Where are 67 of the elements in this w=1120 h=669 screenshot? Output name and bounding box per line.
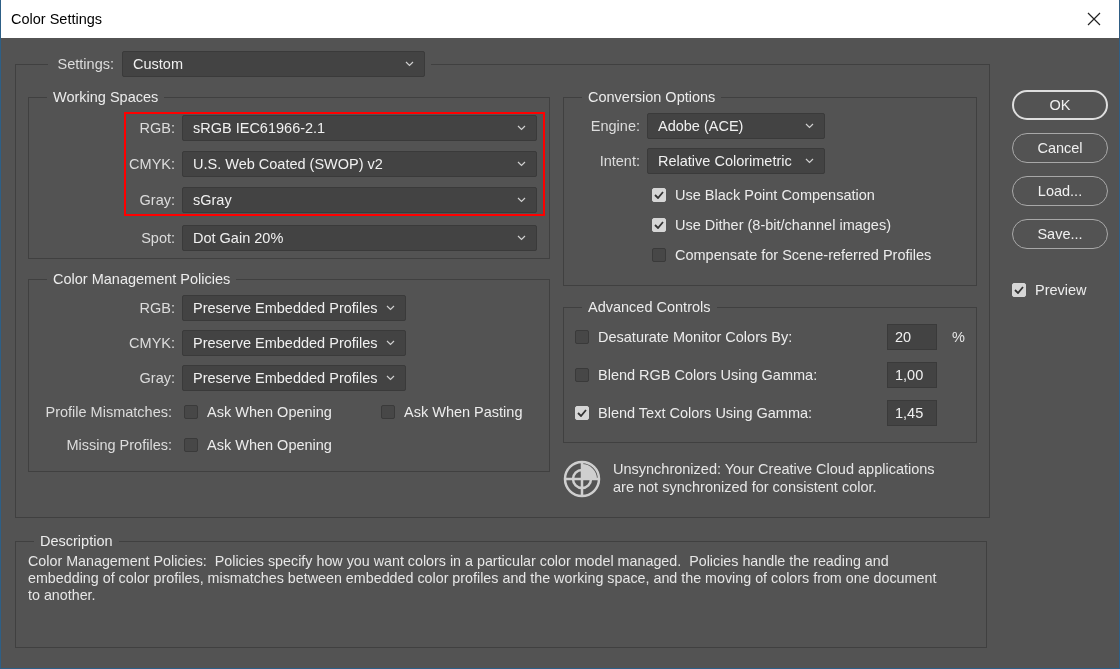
checkbox-label: Compensate for Scene-referred Profiles [675, 247, 932, 263]
field-label: RGB: [138, 120, 175, 136]
checkbox-label: Ask When Pasting [404, 404, 523, 420]
checkbox-label: Ask When Opening [207, 437, 332, 453]
color-sync-icon [563, 460, 601, 498]
dropdown[interactable]: Preserve Embedded Profiles [182, 365, 406, 391]
dropdown[interactable]: sGray [182, 187, 537, 213]
checkmark-icon [1014, 286, 1024, 294]
chevron-down-icon [386, 305, 395, 311]
field-label: Intent: [598, 153, 640, 169]
checkbox-label: Blend RGB Colors Using Gamma: [598, 367, 818, 383]
checkbox-label: Desaturate Monitor Colors By: [598, 329, 793, 345]
dropdown[interactable]: Preserve Embedded Profiles [182, 330, 406, 356]
dropdown[interactable]: sRGB IEC61966-2.1 [182, 115, 537, 141]
checkbox-label: Blend Text Colors Using Gamma: [598, 405, 813, 421]
field-label: Gray: [138, 370, 175, 386]
group-box: Advanced Controls Desaturate Monitor Colors By: 20 % Blend RGB Colors Using Gamma: 1,00 Blend Text Colors Using Gamma: 1,45 [563, 299, 977, 443]
chevron-down-icon [517, 235, 526, 241]
group-box: Color Management Policies RGB: Preserve Embedded Profiles CMYK: Preserve Embedded Profiles Gray: Preserve Embedded Profiles Profile Mismatches: Ask When Opening Ask When Pasting Missing Profiles: Ask When Opening [28, 271, 550, 472]
dropdown[interactable]: Preserve Embedded Profiles [182, 295, 406, 321]
chevron-down-icon [517, 161, 526, 167]
dropdown[interactable]: Relative Colorimetric [647, 148, 825, 174]
description-text: Color Management Policies: Policies specify how you want colors in a particular color model managed. Policies handle the reading and embedding of color profiles, mismatches between embedded color profiles and the working space, and the moving of colors from one document to another. [28, 553, 938, 604]
field-label: Missing Profiles: [65, 437, 172, 453]
close-icon [1087, 12, 1101, 26]
checkmark-icon [577, 409, 587, 417]
dropdown[interactable]: Dot Gain 20% [182, 225, 537, 251]
field-label: CMYK: [128, 156, 175, 172]
checkmark-icon [654, 221, 664, 229]
sync-status-text: Unsynchronized: Your Creative Cloud applications are not synchronized for consistent color. [613, 460, 936, 496]
field-label: Engine: [589, 118, 640, 134]
checkbox[interactable] [652, 248, 666, 262]
checkbox-label: Preview [1035, 282, 1087, 298]
chevron-down-icon [405, 61, 414, 67]
unit-label: % [952, 329, 965, 345]
checkbox[interactable] [184, 405, 198, 419]
number-field[interactable]: 1,45 [887, 400, 937, 426]
chevron-down-icon [517, 125, 526, 131]
chevron-down-icon [805, 158, 814, 164]
checkbox[interactable] [575, 330, 589, 344]
group-box: Conversion Options Engine: Adobe (ACE) Intent: Relative Colorimetric Use Black Point Compensation Use Dither (8-bit/channel images) Compensate for Scene-referred Profiles [563, 89, 977, 286]
field-label: Profile Mismatches: [44, 404, 172, 420]
field-label: Spot: [140, 230, 175, 246]
checkbox[interactable] [381, 405, 395, 419]
dropdown[interactable]: Custom [122, 51, 425, 77]
dialog-button[interactable]: OK [1012, 90, 1108, 120]
chevron-down-icon [386, 340, 395, 346]
field-label: RGB: [138, 300, 175, 316]
dropdown[interactable]: Adobe (ACE) [647, 113, 825, 139]
dropdown[interactable]: U.S. Web Coated (SWOP) v2 [182, 151, 537, 177]
checkbox[interactable] [184, 438, 198, 452]
number-field[interactable]: 1,00 [887, 362, 937, 388]
chevron-down-icon [805, 123, 814, 129]
window-title: Color Settings [11, 11, 103, 27]
group-box: Working Spaces RGB: sRGB IEC61966-2.1 CMYK: U.S. Web Coated (SWOP) v2 Gray: sGray Spot: Dot Gain 20% [28, 89, 550, 259]
checkbox[interactable] [575, 368, 589, 382]
group-box: Description Color Management Policies: Policies specify how you want colors in a particular color model managed. Policies handle the reading and embedding of color profiles, mismatches between embedded color profiles and the working space, and the moving of colors from one document to another. [15, 533, 987, 648]
checkbox-label: Use Dither (8-bit/channel images) [675, 217, 891, 233]
chevron-down-icon [386, 375, 395, 381]
field-label: CMYK: [128, 335, 175, 351]
number-field[interactable]: 20 [887, 324, 937, 350]
field-label: Settings: [56, 56, 114, 72]
checkbox-label: Ask When Opening [207, 404, 332, 420]
checkbox-label: Use Black Point Compensation [675, 187, 875, 203]
field-label: Gray: [138, 192, 175, 208]
checkmark-icon [654, 191, 664, 199]
chevron-down-icon [517, 197, 526, 203]
